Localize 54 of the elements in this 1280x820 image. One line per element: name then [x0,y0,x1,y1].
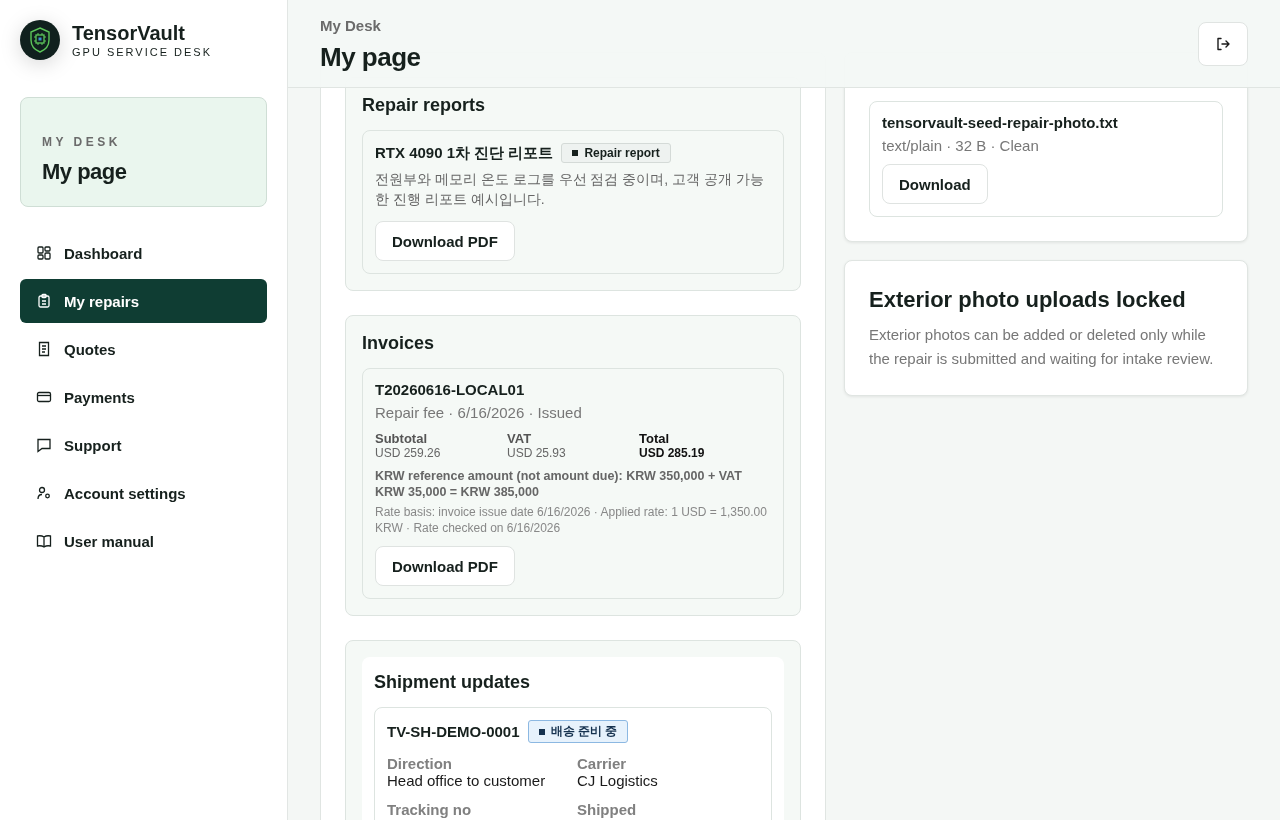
invoice-meta: Repair fee · 6/16/2026 · Issued [375,404,583,421]
nav-item[interactable]: Dashboard [20,231,267,275]
download-button[interactable]: Download PDF [375,546,515,586]
field-value: CJ Logistics [577,772,659,789]
status-badge: 배송 준비 중 [527,720,629,743]
nav-item[interactable]: Payments [20,375,267,419]
amount-label: VAT [507,431,533,446]
field-label: Carrier [577,755,628,772]
grid-icon [36,245,52,261]
desk-title: My page [42,159,128,185]
amount-label: Total [639,431,671,446]
section-title: Shipment updates [374,671,531,694]
rate-note: Rate basis: invoice issue date 6/16/2026 · Applied rate: 1 USD = 1,350.00 KRW · Rate checked on 6/16/2026 [375,504,768,536]
logout-icon [1215,36,1231,52]
shipment-id: TV-SH-DEMO-0001 [387,723,520,740]
invoice-number: T20260616-LOCAL01 [375,381,526,398]
user-icon [36,485,52,501]
section-title: Invoices [362,332,436,355]
field-label: Shipped [577,801,638,818]
download-button[interactable]: Download [882,164,988,204]
nav-item[interactable]: Quotes [20,327,267,371]
amount-value: USD 285.19 [639,446,706,460]
logout-button[interactable] [1198,22,1248,66]
status-badge: Repair report [561,143,671,163]
nav-item[interactable]: My repairs [20,279,267,323]
receipt-icon [36,341,52,357]
brand-tagline: GPU SERVICE DESK [72,45,212,59]
field-label: Tracking no [387,801,473,818]
amount-value: USD 25.93 [507,446,567,460]
nav-item[interactable]: User manual [20,519,267,563]
desk-eyebrow: MY DESK [42,135,122,149]
amount-label: Subtotal [375,431,428,446]
download-button[interactable]: Download PDF [375,221,515,261]
nav-item[interactable]: Support [20,423,267,467]
page-title: My page [320,42,421,72]
nav-item[interactable]: Account settings [20,471,267,515]
book-icon [36,533,52,549]
notice-title: Exterior photo uploads locked [869,286,1187,314]
breadcrumb: My Desk [320,16,382,36]
notice-text: Exterior photos can be added or deleted only while the repair is submitted and waiting for intake review. [869,325,1215,369]
shield-chip-logo-icon [20,20,60,60]
report-title: RTX 4090 1차 진단 리포트 [375,143,554,163]
amount-value: USD 259.26 [375,446,442,460]
file-meta: text/plain · 32 B · Clean [882,137,1040,154]
file-name: tensorvault-seed-repair-photo.txt [882,114,1119,131]
chat-icon [36,437,52,453]
card-icon [36,389,52,405]
clipboard-icon [36,293,52,309]
brand-name: TensorVault [72,21,186,45]
section-title: Repair reports [362,94,487,117]
field-label: Direction [387,755,453,772]
report-description: 전원부와 메모리 온도 로그를 우선 점검 중이며, 고객 공개 가능한 진행 리포트 예시입니다. [375,170,765,209]
field-value: Head office to customer [387,772,547,789]
krw-note: KRW reference amount (not amount due): KRW 350,000 + VAT KRW 35,000 = KRW 385,000 [375,468,743,500]
